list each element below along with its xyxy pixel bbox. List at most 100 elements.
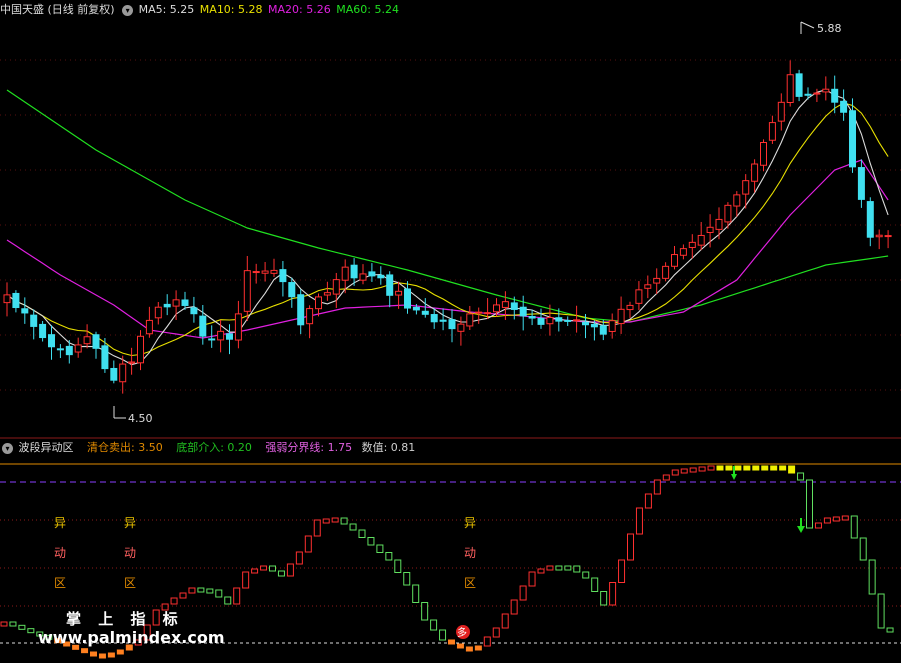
oscillator-bar (340, 517, 348, 525)
watermark-title: 掌 上 指 标 (66, 610, 184, 628)
oscillator-bar (116, 649, 124, 655)
oscillator-bar (806, 479, 813, 529)
oscillator-bar (868, 559, 876, 595)
candle-body (261, 270, 269, 274)
oscillator-bar (242, 571, 250, 589)
oscillator-bar (501, 613, 509, 629)
zone-char-3: 区 (464, 576, 477, 590)
candle-body (608, 320, 616, 332)
chevron-down-icon[interactable]: ▾ (2, 442, 13, 454)
candle-body (56, 348, 64, 351)
oscillator-bar (81, 648, 89, 654)
candle-body (653, 277, 661, 284)
oscillator-bar (823, 517, 831, 524)
candle-body (39, 323, 47, 339)
candle-body (279, 269, 287, 283)
oscillator-bar (412, 584, 420, 603)
candle-body (599, 325, 607, 335)
candle-body (181, 299, 189, 306)
oscillator-bar (421, 602, 429, 621)
zone-char-3: 区 (124, 576, 137, 590)
oscillator-bar (224, 596, 232, 605)
candle-body (777, 101, 785, 122)
candle-body (359, 273, 367, 281)
oscillator-bar (653, 479, 661, 495)
candle-body (537, 317, 545, 325)
candle-body (564, 319, 572, 322)
oscillator-bar (260, 565, 268, 571)
oscillator-bar (635, 507, 643, 535)
oscillator-bar (519, 585, 527, 601)
oscillator-bar (841, 515, 849, 521)
candle-body (315, 296, 322, 310)
oscillator-bar (233, 587, 241, 605)
candle-body (555, 317, 563, 322)
ma60-label: MA60: 5.24 (336, 3, 399, 16)
oscillator-bar (448, 639, 455, 645)
oscillator-bar (510, 599, 518, 615)
down-arrow-icon (797, 526, 805, 533)
candle-body (786, 74, 794, 103)
buy-badge-label: 多 (457, 626, 467, 639)
oscillator-bar (707, 465, 715, 471)
candle-body (849, 110, 856, 168)
oscillator-bar (206, 588, 214, 594)
oscillator-bar (698, 466, 706, 472)
oscillator-bar (367, 537, 375, 546)
candle-body (697, 234, 705, 246)
oscillator-bar (439, 629, 447, 641)
oscillator-bar (430, 619, 438, 631)
candle-body (101, 345, 109, 370)
candle-body (635, 289, 643, 304)
candle-body (795, 73, 803, 97)
candle-body (573, 319, 581, 322)
candle-body (644, 284, 652, 289)
oscillator-bar (609, 582, 617, 606)
oscillator-bar (555, 565, 563, 571)
candle-body (475, 311, 483, 314)
candle-body (145, 319, 153, 335)
oscillator-bar (349, 523, 357, 531)
oscillator-bar (215, 589, 223, 598)
candle-body (137, 335, 144, 364)
candle-body (840, 100, 848, 113)
oscillator-bar (671, 469, 679, 476)
oscillator-bar (18, 624, 26, 630)
oscillator-bar (313, 519, 321, 537)
oscillator-bar (286, 563, 294, 577)
candle-body (751, 163, 759, 182)
candle-body (226, 333, 233, 340)
candle-body (92, 334, 100, 349)
candle-body (590, 323, 598, 328)
oscillator-bar (385, 552, 393, 561)
candle-body (30, 314, 38, 327)
candle-body (671, 254, 678, 267)
candle-body (866, 201, 874, 238)
oscillator-bar (474, 645, 482, 651)
candle-body (306, 308, 314, 325)
oscillator-bar (627, 533, 634, 561)
candle-body (386, 274, 394, 296)
candle-body (341, 266, 349, 281)
candle-body (270, 269, 278, 274)
oscillator-bar (456, 643, 464, 649)
candle-body (733, 194, 741, 207)
oscillator-bar (197, 587, 205, 593)
candle-body (724, 204, 732, 223)
oscillator-bar (9, 621, 17, 627)
oscillator-bar (465, 646, 473, 652)
high-marker (800, 21, 815, 29)
oscillator-bar (394, 559, 402, 573)
oscillator-bar (734, 465, 742, 471)
chevron-down-icon[interactable]: ▾ (122, 4, 134, 16)
candle-body (528, 316, 536, 319)
oscillator-bar (251, 568, 259, 574)
oscillator-bar (304, 535, 312, 553)
main-chart-header: 中国天盛 (日线 前复权) ▾ MA5: 5.25 MA10: 5.28 MA2… (0, 0, 401, 20)
oscillator-bar (788, 465, 796, 474)
candle-body (48, 334, 55, 348)
oscillator-bar (662, 474, 670, 481)
oscillator-bar (528, 571, 536, 587)
candle-body (448, 319, 456, 330)
oscillator-bar (591, 577, 599, 592)
